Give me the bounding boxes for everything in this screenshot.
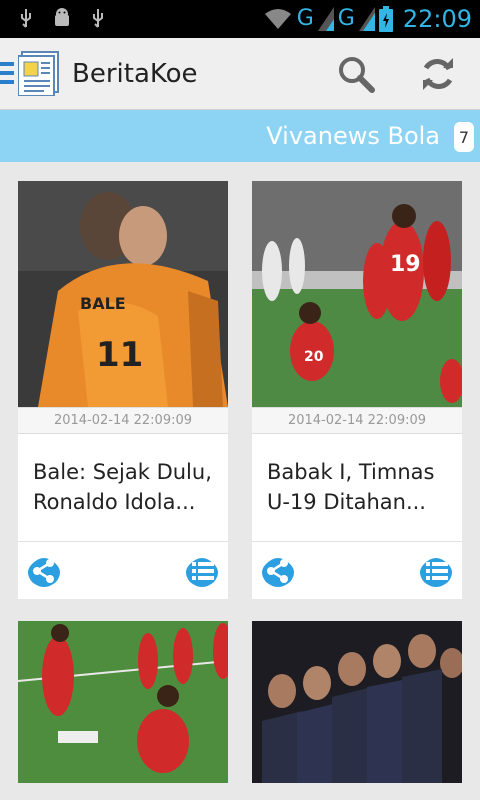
battery-icon: [378, 6, 393, 32]
article-date: 2014-02-14 22:09:09: [252, 407, 462, 434]
clock: 22:09: [402, 5, 472, 33]
signal-icon: [317, 7, 334, 31]
article-title[interactable]: Babak I, Timnas U-19 Ditahan...: [267, 457, 453, 517]
article-card[interactable]: [252, 621, 462, 783]
article-card[interactable]: 19 20 2014-02-14 22:09:09 Babak I, Timna…: [252, 181, 462, 599]
article-photo: 19 20: [252, 181, 462, 407]
card-footer: [252, 541, 462, 599]
article-photo: [18, 621, 228, 783]
article-photo: BALE 11: [18, 181, 228, 407]
article-card[interactable]: BALE 11 2014-02-14 22:09:09 Bale: Sejak …: [18, 181, 228, 599]
list-icon[interactable]: [416, 550, 456, 590]
share-icon[interactable]: [258, 550, 298, 590]
drawer-indicator-icon[interactable]: [0, 62, 14, 84]
signal-icon: [358, 7, 375, 31]
article-photo: [252, 621, 462, 783]
svg-text:11: 11: [96, 335, 143, 375]
category-bar: Vivanews Bola 7: [0, 110, 480, 162]
refresh-icon: [423, 58, 453, 90]
search-icon: [339, 57, 375, 93]
share-icon[interactable]: [24, 550, 64, 590]
status-bar: G G 22:09: [0, 0, 480, 38]
app-title: BeritaKoe: [72, 59, 198, 89]
category-title[interactable]: Vivanews Bola: [266, 120, 440, 152]
notification-icons: [16, 8, 108, 30]
article-date: 2014-02-14 22:09:09: [18, 407, 228, 434]
article-image[interactable]: [18, 621, 228, 783]
article-title[interactable]: Bale: Sejak Dulu, Ronaldo Idola...: [33, 457, 219, 517]
network-type: G: [337, 6, 355, 31]
network-type: G: [296, 6, 314, 31]
android-debug-icon: [55, 8, 69, 26]
list-icon[interactable]: [182, 550, 222, 590]
svg-text:BALE: BALE: [80, 294, 126, 313]
svg-text:20: 20: [304, 349, 324, 365]
search-button[interactable]: [334, 52, 378, 96]
article-image[interactable]: BALE 11: [18, 181, 228, 407]
system-icons: G G 22:09: [263, 4, 472, 34]
usb-icon: [21, 9, 31, 28]
card-footer: [18, 541, 228, 599]
article-card[interactable]: [18, 621, 228, 783]
article-image[interactable]: 19 20: [252, 181, 462, 407]
wifi-icon: [264, 9, 291, 29]
article-count-badge: 7: [454, 122, 474, 152]
refresh-button[interactable]: [416, 52, 460, 96]
action-bar: BeritaKoe: [0, 38, 480, 110]
usb-icon: [93, 9, 103, 28]
article-image[interactable]: [252, 621, 462, 783]
newspaper-logo-icon[interactable]: [18, 50, 64, 96]
svg-text:19: 19: [390, 252, 421, 277]
